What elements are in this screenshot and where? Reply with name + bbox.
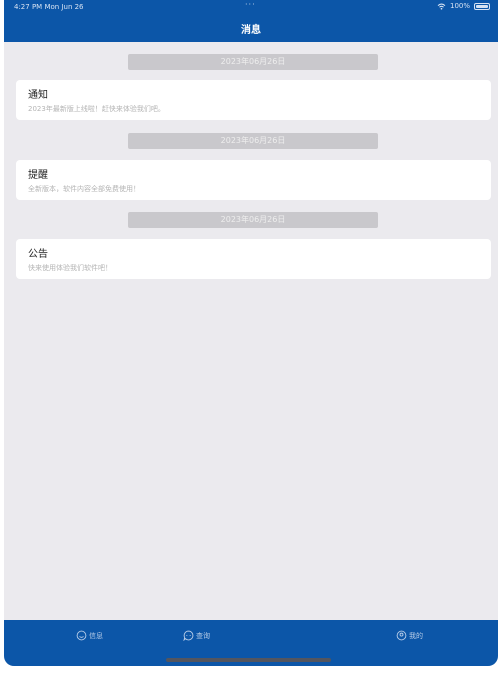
home-indicator[interactable] xyxy=(166,658,331,662)
tab-info[interactable]: 信息 xyxy=(76,630,103,641)
message-title: 提醒 xyxy=(28,170,48,181)
message-date: 2023年06月26日 xyxy=(128,54,378,70)
navigation-bar: 4:27 PM Mon Jun 26 ··· 100% 消息 xyxy=(4,0,498,42)
message-date: 2023年06月26日 xyxy=(128,212,378,228)
message-body: 全新版本，软件内容全部免费使用！ xyxy=(28,185,140,193)
message-title: 通知 xyxy=(28,90,48,101)
smile-icon xyxy=(76,630,87,641)
message-body: 2023年最新版上线啦！赶快来体验我们吧。 xyxy=(28,105,165,113)
app-window: 4:27 PM Mon Jun 26 ··· 100% 消息 2023年06月2… xyxy=(4,0,498,666)
chat-icon xyxy=(183,630,194,641)
message-body: 快来使用体验我们软件吧！ xyxy=(28,264,112,272)
battery-icon xyxy=(474,2,490,10)
message-title: 公告 xyxy=(28,249,48,260)
message-date: 2023年06月26日 xyxy=(128,133,378,149)
tab-label: 信息 xyxy=(89,632,103,640)
battery-percent: 100% xyxy=(449,2,470,10)
tab-mine[interactable]: 我的 xyxy=(396,630,423,641)
tab-label: 查询 xyxy=(196,632,210,640)
multitask-dots-icon[interactable]: ··· xyxy=(245,0,256,9)
message-card-reminder[interactable]: 提醒 全新版本，软件内容全部免费使用！ xyxy=(16,160,491,200)
status-time: 4:27 PM Mon Jun 26 xyxy=(14,3,84,11)
tab-label: 我的 xyxy=(409,632,423,640)
tab-query[interactable]: 查询 xyxy=(183,630,210,641)
profile-icon xyxy=(396,630,407,641)
wifi-icon xyxy=(437,3,446,10)
battery-level xyxy=(476,4,488,8)
status-date: Mon Jun 26 xyxy=(44,3,84,11)
message-card-notice[interactable]: 通知 2023年最新版上线啦！赶快来体验我们吧。 xyxy=(16,80,491,120)
message-card-announcement[interactable]: 公告 快来使用体验我们软件吧！ xyxy=(16,239,491,279)
page-title: 消息 xyxy=(241,25,261,36)
status-indicators: 100% xyxy=(437,2,490,10)
status-clock: 4:27 PM xyxy=(14,3,43,11)
